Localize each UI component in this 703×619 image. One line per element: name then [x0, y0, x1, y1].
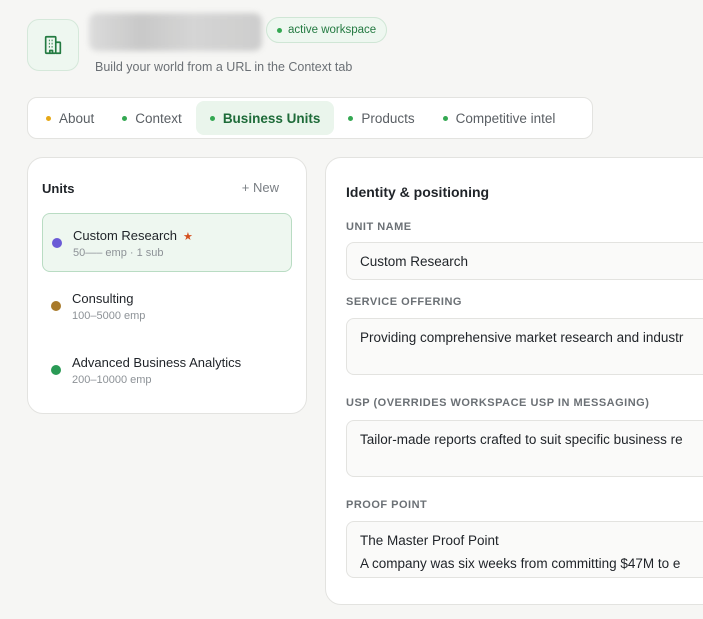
- tab-status-dot: [348, 115, 354, 121]
- unit-item-custom-research[interactable]: Custom Research ★ 50—– emp · 1 sub: [42, 213, 292, 272]
- unit-meta: 50—– emp · 1 sub: [73, 247, 164, 259]
- proof-point-textarea[interactable]: The Master Proof Point A company was six…: [346, 521, 703, 578]
- usp-label: USP (OVERRIDES WORKSPACE USP IN MESSAGIN…: [346, 397, 650, 409]
- unit-name-row: Custom Research ★: [73, 228, 193, 243]
- tab-status-dot: [122, 115, 128, 121]
- building-icon: [44, 35, 62, 55]
- unit-name: Advanced Business Analytics: [72, 355, 242, 370]
- unit-name: Custom Research: [73, 228, 178, 243]
- unit-name-input[interactable]: Custom Research: [346, 242, 703, 280]
- unit-color-dot: [51, 365, 61, 375]
- units-panel: Units + New Custom Research ★ 50—– emp · …: [27, 157, 307, 414]
- identity-title: Identity & positioning: [346, 184, 490, 200]
- unit-name: Consulting: [72, 291, 134, 306]
- tab-status-dot: [442, 115, 448, 121]
- tab-label: Context: [135, 110, 182, 126]
- tab-context[interactable]: Context: [108, 101, 196, 135]
- unit-name-label: UNIT NAME: [346, 221, 412, 233]
- tab-status-dot: [209, 115, 215, 121]
- unit-color-dot: [52, 238, 62, 248]
- tab-bar: About Context Business Units Products Co…: [27, 97, 593, 139]
- status-badge-label: active workspace: [288, 24, 377, 36]
- proof-point-line-1: The Master Proof Point: [360, 533, 499, 548]
- tab-label: About: [59, 110, 95, 126]
- proof-point-label: PROOF POINT: [346, 499, 428, 511]
- workspace-subtitle: Build your world from a URL in the Conte…: [95, 60, 353, 74]
- unit-item-consulting[interactable]: Consulting 100–5000 emp: [42, 277, 292, 336]
- tab-label: Competitive intel: [455, 110, 556, 126]
- workspace-name-redacted: [89, 13, 262, 51]
- tab-competitive-intel[interactable]: Competitive intel: [429, 101, 570, 135]
- usp-textarea[interactable]: Tailor-made reports crafted to suit spec…: [346, 420, 703, 477]
- proof-point-line-2: A company was six weeks from committing …: [360, 556, 681, 571]
- status-dot: [277, 27, 282, 33]
- workspace-logo: [27, 19, 79, 71]
- star-icon: ★: [183, 231, 193, 243]
- units-title: Units: [42, 181, 75, 196]
- new-unit-button[interactable]: + New: [242, 180, 279, 195]
- tab-products[interactable]: Products: [334, 101, 428, 135]
- unit-color-dot: [51, 301, 61, 311]
- unit-item-advanced-business-analytics[interactable]: Advanced Business Analytics 200–10000 em…: [42, 341, 292, 400]
- tab-business-units[interactable]: Business Units: [195, 101, 335, 135]
- tab-label: Products: [361, 110, 415, 126]
- service-offering-textarea[interactable]: Providing comprehensive market research …: [346, 318, 703, 375]
- unit-meta: 100–5000 emp: [72, 310, 146, 322]
- identity-panel: Identity & positioning UNIT NAME Custom …: [325, 157, 703, 605]
- unit-meta: 200–10000 emp: [72, 374, 152, 386]
- tab-about[interactable]: About: [32, 101, 108, 135]
- tab-status-dot: [46, 115, 51, 121]
- tab-label: Business Units: [222, 110, 321, 126]
- status-badge: active workspace: [266, 17, 388, 43]
- service-offering-label: SERVICE OFFERING: [346, 296, 462, 308]
